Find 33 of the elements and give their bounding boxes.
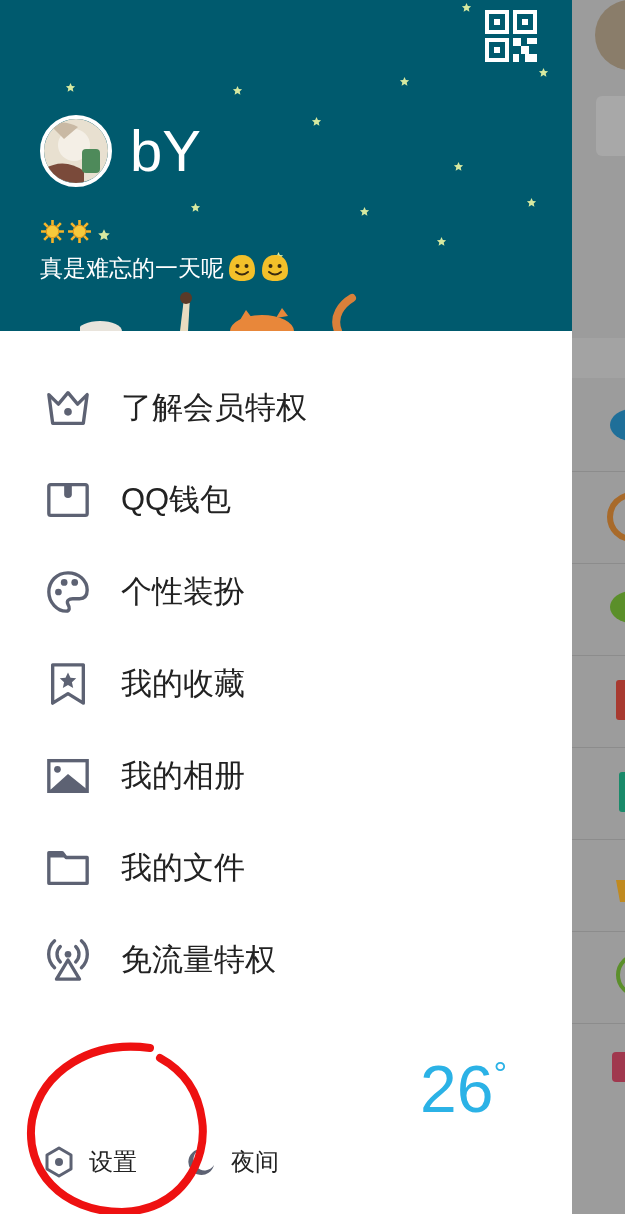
avatar[interactable] xyxy=(40,115,112,187)
star-icon xyxy=(359,206,370,217)
star-icon xyxy=(526,197,537,208)
bottom-action[interactable]: 夜间 xyxy=(185,1146,279,1178)
star-icon xyxy=(461,2,472,13)
qr-code-icon[interactable] xyxy=(485,10,537,62)
user-name: bY xyxy=(130,117,201,185)
bottom-action[interactable]: 设置 xyxy=(43,1146,137,1178)
menu-item[interactable]: 个性装扮 xyxy=(0,546,572,638)
star-icon xyxy=(190,202,201,213)
star-icon xyxy=(97,227,111,242)
settings-icon xyxy=(43,1146,75,1178)
signature: 真是难忘的一天呢 xyxy=(40,254,224,283)
menu-item[interactable]: 我的文件 xyxy=(0,822,572,914)
palette-icon xyxy=(45,569,91,615)
smiley-icon xyxy=(227,253,257,283)
star-icon xyxy=(436,236,447,247)
menu-item[interactable]: 我的收藏 xyxy=(0,638,572,730)
menu-item[interactable]: 免流量特权 xyxy=(0,914,572,1006)
degree-sign: ° xyxy=(493,1056,508,1090)
star-icon xyxy=(232,85,243,96)
menu-item[interactable]: 我的相册 xyxy=(0,730,572,822)
star-icon xyxy=(453,161,464,172)
star-icon xyxy=(65,82,76,93)
menu-item[interactable]: QQ钱包 xyxy=(0,454,572,546)
star-icon xyxy=(399,76,410,87)
sun-icon xyxy=(40,219,65,244)
menu-item[interactable]: 了解会员特权 xyxy=(0,362,572,454)
sun-icon xyxy=(67,219,92,244)
smiley-icon xyxy=(260,253,290,283)
star-icon xyxy=(538,67,549,78)
antenna-icon xyxy=(45,937,91,983)
star-icon xyxy=(311,116,322,127)
